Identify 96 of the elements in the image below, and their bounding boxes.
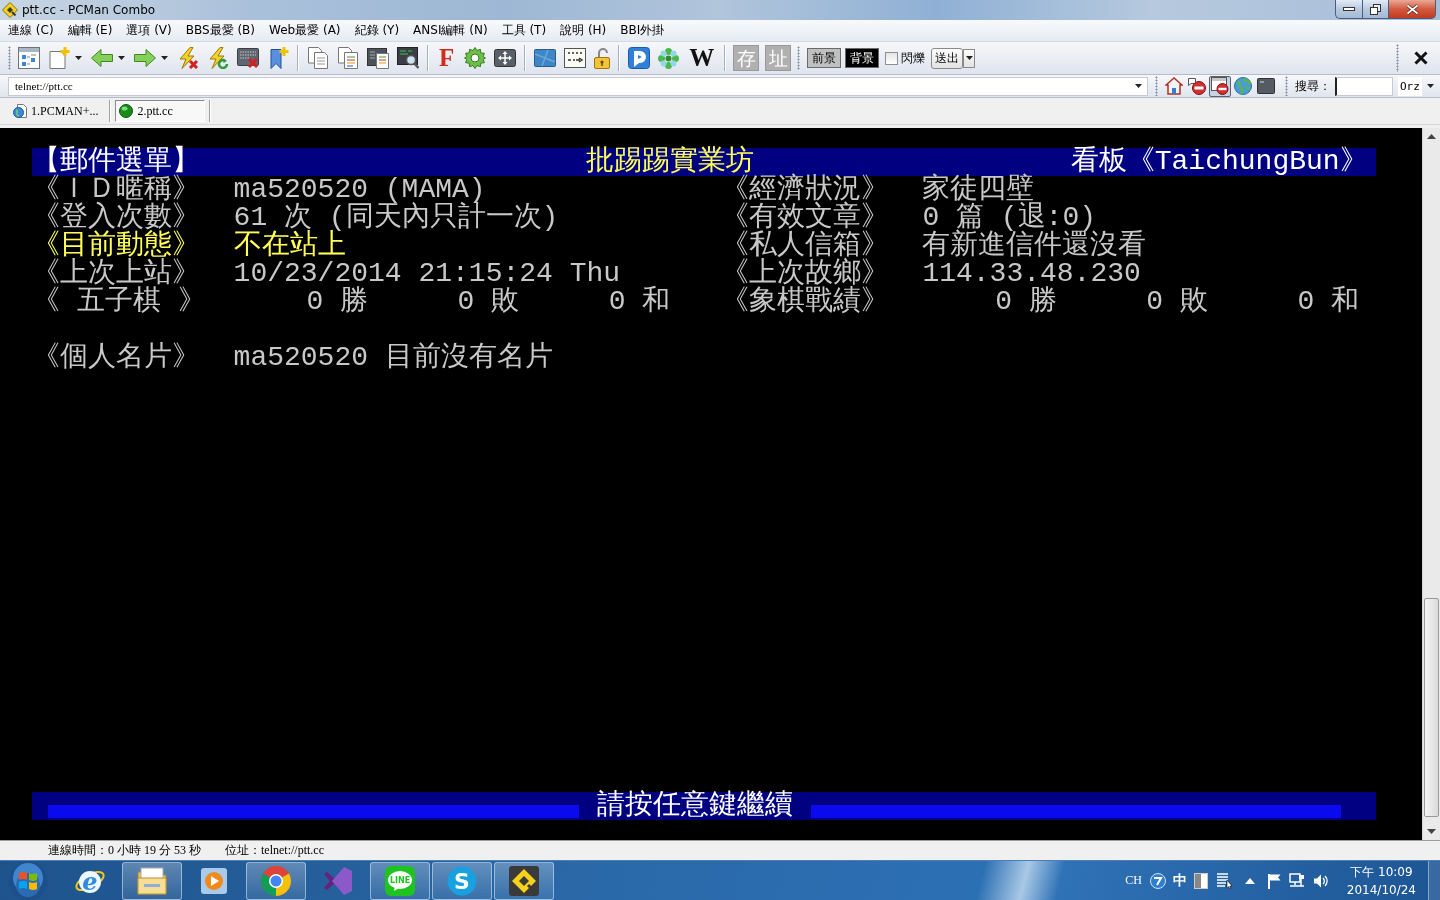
field-value: ma520520 目前沒有名片 — [233, 344, 553, 372]
caret-icon[interactable] — [965, 56, 973, 60]
connection-time: 連線時間：0 小時 19 分 53 秒 — [48, 842, 201, 859]
caret-icon[interactable] — [1426, 84, 1434, 88]
globe-document-icon — [13, 104, 27, 118]
window-icon[interactable] — [534, 47, 557, 69]
screen-cross-icon[interactable] — [237, 47, 259, 69]
menu-item[interactable]: BBS最愛 (B) — [178, 21, 262, 40]
score-value: 0 勝 — [306, 288, 368, 316]
send-button[interactable]: 送出 — [931, 47, 964, 69]
close-icon[interactable] — [1405, 3, 1419, 15]
engine-dropdown[interactable]: Orz — [1398, 76, 1422, 96]
close-button[interactable] — [1389, 0, 1436, 19]
window-document-icon[interactable] — [367, 47, 389, 69]
clock-time[interactable]: 下午 10:09 — [1350, 862, 1413, 881]
move-arrows-icon[interactable] — [494, 47, 517, 69]
grid-window-icon[interactable] — [18, 47, 40, 69]
checkbox-label: 閃爍 — [901, 49, 926, 67]
taskbar-button[interactable] — [494, 861, 554, 900]
colored-lines-icon[interactable] — [337, 47, 359, 69]
language-indicator[interactable]: CH — [1125, 873, 1142, 888]
new-document-icon[interactable] — [48, 47, 70, 69]
speech-tile-icon[interactable] — [628, 47, 651, 69]
taskbar-button[interactable] — [122, 861, 182, 900]
status-ball-icon — [119, 104, 134, 118]
dropdown-button[interactable] — [963, 48, 976, 68]
menu-item[interactable]: ANSI編輯 (N) — [406, 21, 495, 40]
ime-mode-indicator[interactable]: 中 — [1172, 871, 1187, 890]
menu-item[interactable]: Web最愛 (A) — [262, 21, 348, 40]
caret-icon[interactable] — [75, 56, 82, 60]
color-button[interactable]: 前景 — [807, 48, 842, 68]
tab[interactable]: 2.ptt.cc — [115, 100, 206, 122]
copy-icon[interactable] — [307, 47, 329, 69]
menu-item[interactable]: 編輯 (E) — [60, 21, 120, 40]
caret-icon[interactable] — [118, 56, 125, 60]
address-field[interactable]: telnet://ptt.cc — [8, 76, 1148, 96]
caret-icon[interactable] — [1135, 84, 1142, 88]
color-button[interactable]: 背景 — [845, 48, 880, 68]
scrollbar[interactable] — [1422, 128, 1440, 840]
menu-item[interactable]: 工具 (T) — [494, 21, 554, 40]
score-value: 0 和 — [1297, 288, 1360, 316]
symbols-panel-icon[interactable] — [564, 47, 587, 69]
screen-search-icon[interactable] — [397, 47, 419, 69]
menu-item[interactable]: BBI外掛 — [613, 21, 672, 40]
diamond-logo-icon — [2, 2, 18, 18]
menu-item[interactable]: 說明 (H) — [553, 21, 614, 40]
minimize-button[interactable] — [1335, 0, 1362, 19]
flower-icon[interactable] — [658, 47, 680, 69]
board-name: 看板《TaichungBun》 — [1070, 148, 1368, 176]
address-text: 位址：telnet://ptt.cc — [225, 842, 324, 859]
scroll-up-icon[interactable] — [1427, 134, 1436, 139]
letter-button[interactable]: W — [688, 46, 716, 70]
window-title: ptt.cc - PCMan Combo — [22, 2, 156, 18]
score-value: 0 敗 — [1146, 288, 1208, 316]
tricolor-circle-icon[interactable] — [260, 864, 292, 897]
gear-icon[interactable] — [464, 47, 487, 69]
lightning-cross-icon[interactable] — [177, 47, 199, 69]
field-label: 《個人名片》 — [32, 344, 200, 372]
bookmark-plus-icon[interactable] — [267, 47, 289, 69]
checkbox[interactable] — [885, 51, 899, 65]
ime-icon[interactable] — [1149, 872, 1166, 889]
field-value: ma520520 (MAMA) — [233, 176, 486, 204]
list-cursor-icon[interactable] — [1215, 872, 1233, 889]
close-icon[interactable] — [1414, 51, 1428, 65]
restore-icon[interactable] — [1370, 3, 1381, 15]
search-label: 搜尋： — [1295, 77, 1331, 95]
field-label: 《象棋戰績》 — [720, 288, 889, 316]
scroll-thumb[interactable] — [1424, 598, 1439, 817]
diamond-logo-icon[interactable] — [508, 864, 540, 897]
scroll-down-icon[interactable] — [1427, 829, 1436, 834]
up-arrow-icon[interactable] — [1244, 877, 1255, 884]
restore-button[interactable] — [1362, 0, 1389, 19]
score-value: 0 和 — [608, 288, 671, 316]
forward-arrow-icon[interactable] — [134, 47, 156, 69]
search-field[interactable] — [1335, 76, 1393, 96]
score-value: 0 敗 — [457, 288, 520, 316]
folder-icon[interactable] — [136, 864, 168, 897]
minimize-icon[interactable] — [1343, 7, 1355, 11]
tab[interactable]: 1.PCMAN+... — [9, 100, 106, 122]
clock-date[interactable]: 2014/10/24 — [1346, 880, 1416, 899]
caret-icon[interactable] — [161, 56, 168, 60]
flag-icon[interactable] — [1266, 872, 1281, 889]
speaker-icon[interactable] — [1312, 872, 1329, 889]
letter-button[interactable]: F — [438, 46, 456, 70]
prompt-text: 請按任意鍵繼續 — [596, 792, 793, 820]
field-value: 不在站上 — [233, 232, 346, 260]
score-value: 0 勝 — [995, 288, 1057, 316]
padlock-icon[interactable] — [594, 47, 611, 69]
half-width-icon[interactable] — [1193, 872, 1208, 889]
network-icon[interactable] — [1288, 872, 1305, 889]
menu-item[interactable]: 選項 (V) — [119, 21, 179, 40]
lightning-refresh-icon[interactable] — [207, 47, 229, 69]
back-arrow-icon[interactable] — [91, 47, 113, 69]
taskbar-button[interactable] — [246, 861, 306, 900]
menu-item[interactable]: 連線 (C) — [1, 21, 61, 40]
menu-item[interactable]: 紀錄 (Y) — [347, 21, 407, 40]
